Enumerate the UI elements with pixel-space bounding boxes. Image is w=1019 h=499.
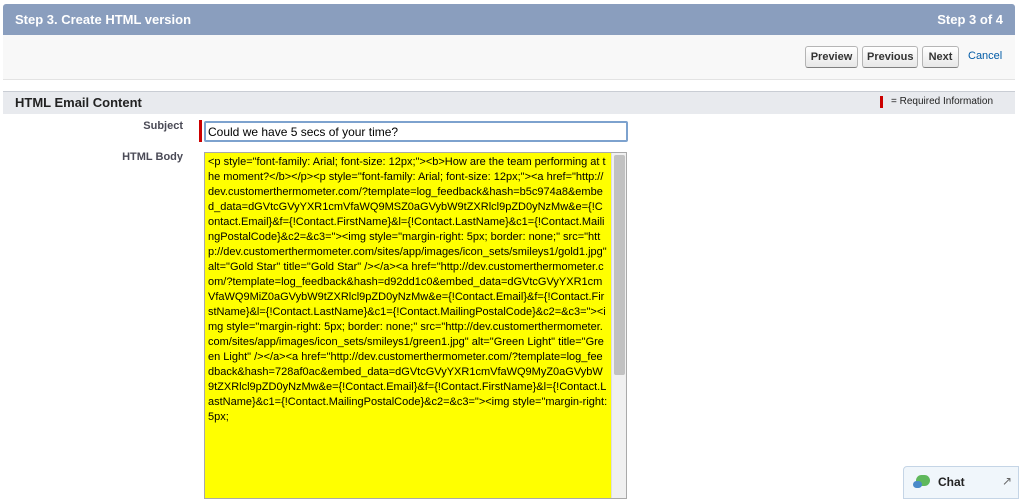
step-header: Step 3. Create HTML version Step 3 of 4 [3, 4, 1015, 35]
next-button[interactable]: Next [922, 46, 959, 68]
cancel-link[interactable]: Cancel [968, 50, 1002, 62]
required-indicator [880, 96, 883, 108]
button-bar: Preview Previous Next Cancel [3, 35, 1015, 80]
preview-button[interactable]: Preview [805, 46, 858, 68]
html-body-textarea[interactable]: <p style="font-family: Arial; font-size:… [204, 152, 627, 499]
body-scrollbar[interactable] [611, 153, 626, 498]
section-title: HTML Email Content [15, 95, 142, 110]
subject-input[interactable] [204, 121, 628, 142]
expand-arrow-icon[interactable]: ↗ [1002, 474, 1012, 488]
section-header: HTML Email Content = Required Informatio… [3, 91, 1015, 114]
step-title: Step 3. Create HTML version [15, 12, 192, 27]
subject-label: Subject [143, 120, 183, 132]
subject-required-indicator [199, 120, 202, 142]
chat-label: Chat [938, 475, 965, 489]
chat-bubble-icon [913, 475, 930, 488]
html-body-label: HTML Body [122, 151, 183, 163]
chat-widget[interactable]: Chat ↗ [903, 466, 1019, 499]
previous-button[interactable]: Previous [862, 46, 918, 68]
required-info-label: = Required Information [891, 96, 994, 107]
html-body-content[interactable]: <p style="font-family: Arial; font-size:… [205, 153, 611, 498]
step-counter: Step 3 of 4 [937, 12, 1003, 27]
scrollbar-thumb[interactable] [614, 155, 625, 375]
